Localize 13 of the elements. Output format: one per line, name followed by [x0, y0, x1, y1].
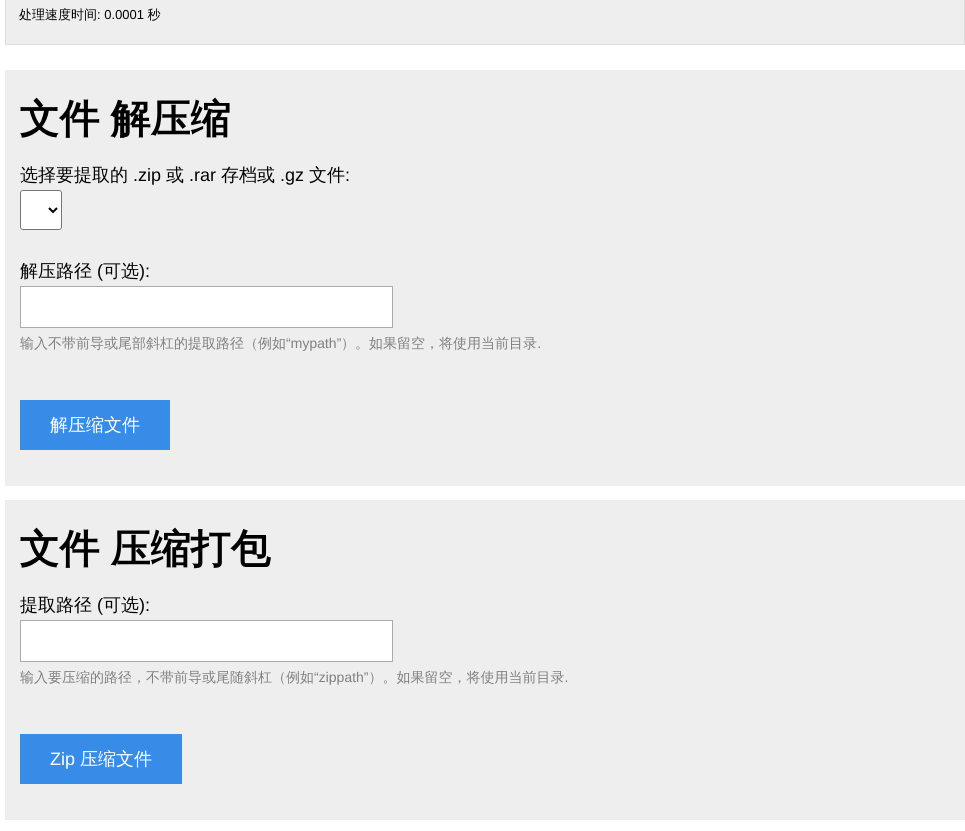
help-text: 输入要压缩的路径，不带前导或尾随斜杠（例如“zippath”）。如果留空，将使用当前目录. — [20, 668, 570, 686]
path-input[interactable] — [20, 620, 393, 662]
field-label: 提取路径 (可选): — [20, 594, 151, 616]
field-label: 解压路径 (可选): — [20, 260, 151, 282]
submit-button[interactable]: 解压缩文件 — [20, 400, 170, 450]
field-label: 选择要提取的 .zip 或 .rar 存档或 .gz 文件: — [20, 164, 352, 186]
processing-time: 处理速度时间: 0.0001 秒 — [19, 7, 161, 22]
section-title: 文件 压缩打包 — [20, 526, 272, 573]
help-text: 输入不带前导或尾部斜杠的提取路径（例如“mypath”）。如果留空，将使用当前目录. — [20, 334, 542, 352]
section-title: 文件 解压缩 — [20, 96, 232, 143]
file-dropdown[interactable] — [20, 190, 62, 230]
submit-button[interactable]: Zip 压缩文件 — [20, 734, 182, 784]
path-input[interactable] — [20, 286, 393, 328]
